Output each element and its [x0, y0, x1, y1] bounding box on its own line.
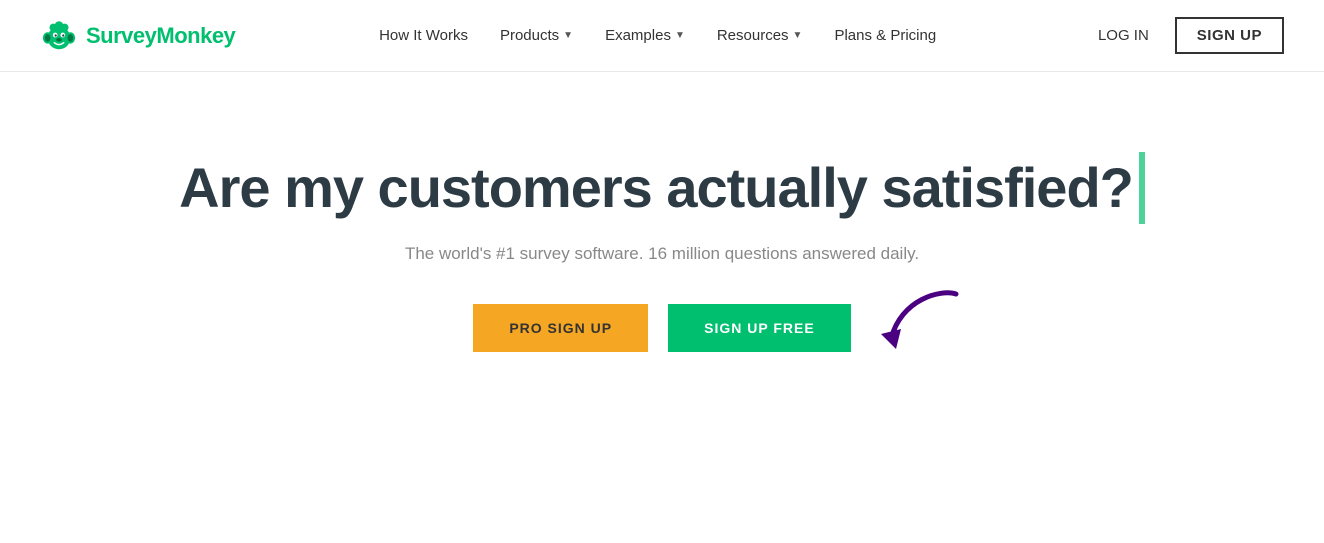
nav-products[interactable]: Products ▼	[486, 19, 587, 52]
free-signup-button[interactable]: SIGN UP FREE	[668, 304, 851, 352]
signup-button[interactable]: SIGN UP	[1175, 17, 1284, 54]
hero-heading-wrapper: Are my customers actually satisfied?	[179, 152, 1145, 224]
pro-signup-button[interactable]: PRO SIGN UP	[473, 304, 648, 352]
products-dropdown-arrow: ▼	[563, 30, 573, 41]
logo-text: SurveyMonkey	[86, 23, 235, 49]
hero-buttons: PRO SIGN UP SIGN UP FREE	[473, 304, 850, 352]
logo-icon	[40, 17, 78, 55]
nav-links: How It Works Products ▼ Examples ▼ Resou…	[365, 19, 950, 52]
hero-section: Are my customers actually satisfied? The…	[0, 72, 1324, 412]
nav-examples[interactable]: Examples ▼	[591, 19, 699, 52]
hero-heading: Are my customers actually satisfied?	[179, 157, 1133, 219]
nav-actions: LOG IN SIGN UP	[1080, 17, 1284, 54]
arrow-icon	[871, 284, 971, 364]
nav-plans-pricing[interactable]: Plans & Pricing	[820, 19, 950, 52]
examples-dropdown-arrow: ▼	[675, 30, 685, 41]
arrow-decoration	[871, 284, 971, 369]
login-button[interactable]: LOG IN	[1080, 19, 1167, 52]
resources-dropdown-arrow: ▼	[793, 30, 803, 41]
nav-how-it-works[interactable]: How It Works	[365, 19, 482, 52]
logo[interactable]: SurveyMonkey	[40, 17, 235, 55]
nav-resources[interactable]: Resources ▼	[703, 19, 817, 52]
heading-accent-bar	[1139, 152, 1145, 224]
hero-subtext: The world's #1 survey software. 16 milli…	[405, 244, 919, 264]
navbar: SurveyMonkey How It Works Products ▼ Exa…	[0, 0, 1324, 72]
